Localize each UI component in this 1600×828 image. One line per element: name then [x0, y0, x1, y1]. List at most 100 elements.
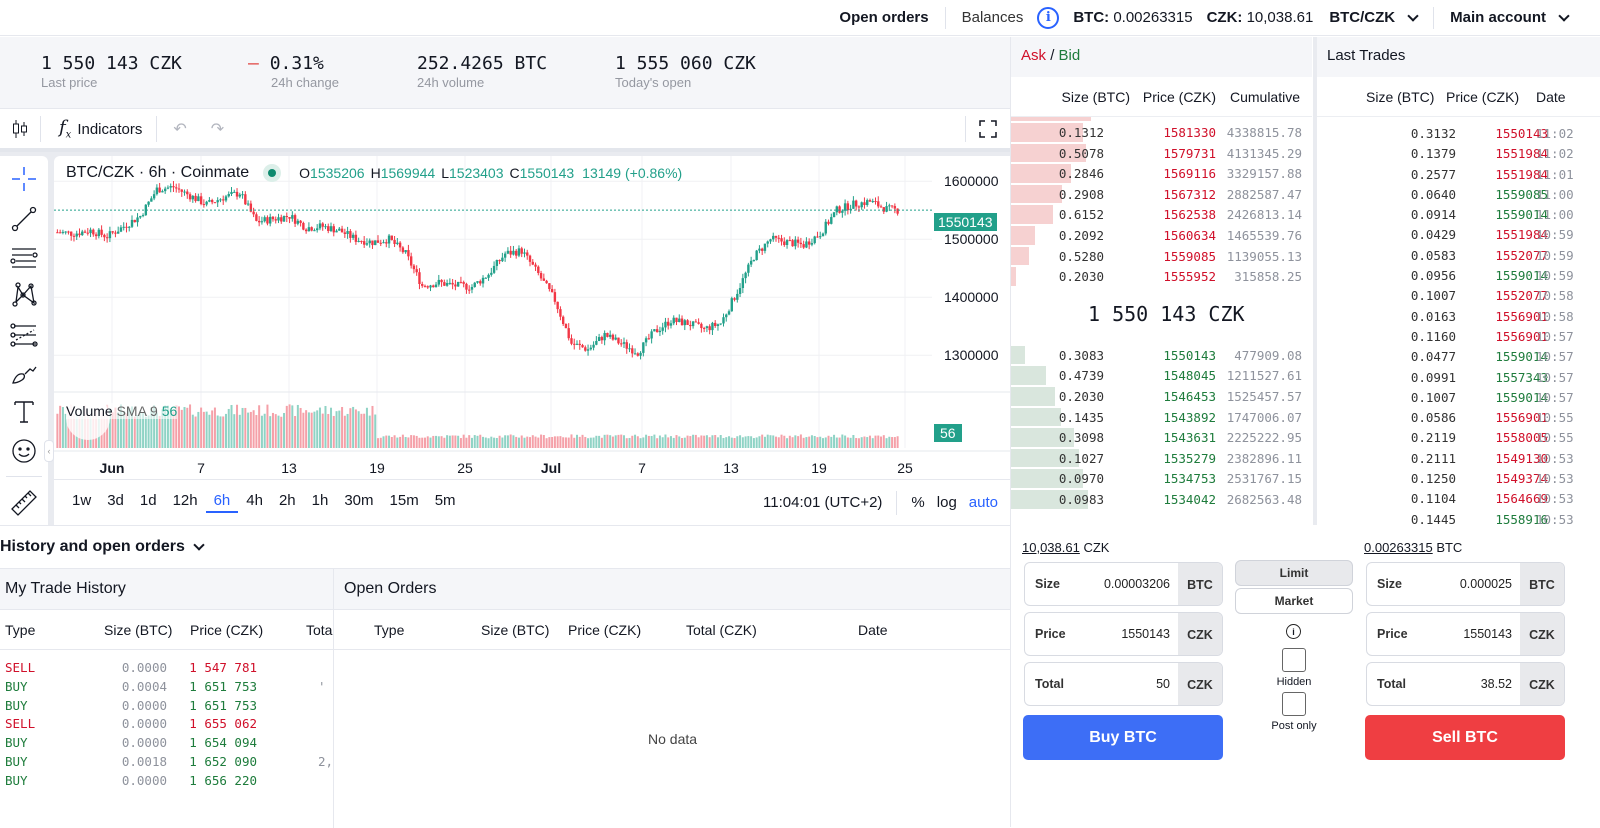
order-type-market[interactable]: Market [1235, 588, 1353, 614]
pair-selector[interactable]: BTC/CZK [1313, 0, 1433, 36]
ask-row[interactable]: 0.2908 1567312 2882587.47 [1011, 184, 1312, 205]
field-label: Size [1377, 577, 1403, 591]
ask-row[interactable]: 0.2846 1569116 3329157.88 [1011, 163, 1312, 184]
hidden-checkbox[interactable] [1282, 648, 1306, 672]
account-selector[interactable]: Main account [1434, 0, 1584, 36]
candle-body [116, 231, 120, 234]
field-value[interactable]: 0.000025 [1460, 577, 1512, 591]
volume-bar [697, 437, 700, 448]
bid-row[interactable]: 0.0970 1534753 2531767.15 [1011, 468, 1312, 489]
interval-12h[interactable]: 12h [165, 492, 206, 513]
sell-balance-value[interactable]: 0.00263315 [1364, 540, 1433, 555]
collapse-toolbar-handle[interactable]: ‹ [44, 440, 54, 462]
bid-row[interactable]: 0.3083 1550143 477909.08 [1011, 345, 1312, 366]
ask-row[interactable]: 0.2030 1555952 315858.25 [1011, 266, 1312, 287]
crosshair-icon[interactable] [9, 164, 39, 194]
volume-bar [882, 435, 885, 448]
field-value[interactable]: 1550143 [1121, 627, 1170, 641]
buy-btc-button[interactable]: Buy BTC [1023, 715, 1223, 760]
brush-icon[interactable] [9, 358, 39, 388]
field-value[interactable]: 50 [1156, 677, 1170, 691]
candle-body [777, 237, 780, 239]
sell-price-field[interactable]: Price 1550143 CZK [1366, 612, 1565, 656]
sell-btc-button[interactable]: Sell BTC [1365, 715, 1565, 760]
stat-todays-open: 1 555 060 CZK Today's open [615, 53, 756, 90]
time: 10:59 [1536, 227, 1574, 243]
field-value[interactable]: 38.52 [1481, 677, 1512, 691]
ask-row[interactable]: 0.2092 1560634 1465539.76 [1011, 225, 1312, 246]
open-orders-link[interactable]: Open orders [823, 0, 944, 36]
volume-bar [216, 415, 219, 448]
stat-last-price: 1 550 143 CZK Last price [41, 53, 182, 90]
order-info-icon[interactable]: i [1286, 624, 1301, 639]
volume-bar [661, 437, 664, 448]
bid-row[interactable]: 0.2030 1546453 1525457.57 [1011, 386, 1312, 407]
ask-row[interactable]: 0.6152 1562538 2426813.14 [1011, 204, 1312, 225]
log-scale-toggle[interactable]: log [935, 494, 969, 511]
candle-body [230, 191, 233, 195]
interval-2h[interactable]: 2h [271, 492, 304, 513]
bid-row[interactable]: 0.3098 1543631 2225222.95 [1011, 427, 1312, 448]
history-toggle[interactable]: History and open orders [0, 526, 1010, 568]
candle-body [343, 232, 347, 234]
trade-row: 0.0583 1552077 10:59 [1317, 245, 1600, 265]
bid-tab[interactable]: Bid [1059, 47, 1081, 64]
interval-6h[interactable]: 6h [205, 492, 239, 513]
interval-15m[interactable]: 15m [382, 492, 427, 513]
undo-icon[interactable]: ↶ [173, 119, 186, 139]
fullscreen-icon[interactable] [966, 119, 1010, 139]
post-only-checkbox[interactable] [1282, 692, 1306, 716]
ask-row[interactable]: 0.1312 1581330 4338815.78 [1011, 122, 1312, 143]
volume-bar [545, 438, 548, 448]
buy-price-field[interactable]: Price 1550143 CZK [1024, 612, 1223, 656]
field-value[interactable]: 1550143 [1463, 627, 1512, 641]
candle-type-icon[interactable] [0, 119, 40, 139]
bid-row[interactable]: 0.0983 1534042 2682563.48 [1011, 489, 1312, 510]
ask-row[interactable]: 0.5280 1559085 1139055.13 [1011, 246, 1312, 267]
auto-scale-toggle[interactable]: auto [969, 494, 1010, 511]
volume-bar [556, 436, 559, 448]
volume-bar [733, 438, 736, 448]
volume-bar [805, 437, 808, 448]
chart-canvas[interactable]: 1600000 1500000 1400000 1300000 Jun 7 13 19 25 Ju… [54, 156, 1010, 479]
fib-retracement-icon[interactable] [9, 320, 39, 350]
bid-row[interactable]: 0.1027 1535279 2382896.11 [1011, 448, 1312, 469]
percent-scale-toggle[interactable]: % [897, 494, 934, 511]
pattern-icon[interactable] [9, 280, 39, 310]
info-icon[interactable]: i [1037, 6, 1060, 29]
ruler-icon[interactable] [9, 488, 39, 518]
candle-body [194, 195, 197, 202]
buy-balance-value[interactable]: 10,038.61 [1022, 540, 1080, 555]
ask-row[interactable]: 0.5078 1579731 4131345.29 [1011, 143, 1312, 164]
candle-body [780, 238, 783, 242]
volume-bar [476, 435, 479, 448]
sell-total-field[interactable]: Total 38.52 CZK [1366, 662, 1565, 706]
field-value[interactable]: 0.00003206 [1104, 577, 1170, 591]
bid-row[interactable]: 0.1435 1543892 1747006.07 [1011, 407, 1312, 428]
emoji-icon[interactable] [9, 436, 39, 466]
text-tool-icon[interactable] [9, 396, 39, 426]
buy-total-field[interactable]: Total 50 CZK [1024, 662, 1223, 706]
buy-size-field[interactable]: Size 0.00003206 BTC [1024, 562, 1223, 606]
interval-1d[interactable]: 1d [132, 492, 165, 513]
candle-body [810, 243, 814, 245]
volume-bar [855, 438, 858, 448]
order-type-limit[interactable]: Limit [1235, 560, 1353, 586]
candle-body [611, 334, 615, 340]
indicators-button[interactable]: fx Indicators [41, 117, 156, 141]
interval-4h[interactable]: 4h [238, 492, 271, 513]
ask-tab[interactable]: Ask [1021, 47, 1046, 64]
sell-size-field[interactable]: Size 0.000025 BTC [1366, 562, 1565, 606]
interval-1w[interactable]: 1w [64, 492, 99, 513]
horizontal-lines-icon[interactable] [9, 242, 39, 272]
interval-30m[interactable]: 30m [336, 492, 381, 513]
trend-line-icon[interactable] [9, 204, 39, 234]
volume-bar [208, 414, 211, 448]
price-chart[interactable]: 1600000 1500000 1400000 1300000 Jun 7 13 19 25 Ju… [54, 156, 1010, 479]
redo-icon[interactable]: ↷ [211, 119, 224, 139]
bid-row[interactable]: 0.4739 1548045 1211527.61 [1011, 365, 1312, 386]
interval-1h[interactable]: 1h [304, 492, 337, 513]
interval-3d[interactable]: 3d [99, 492, 132, 513]
interval-5m[interactable]: 5m [427, 492, 464, 513]
candle-body [354, 234, 358, 242]
